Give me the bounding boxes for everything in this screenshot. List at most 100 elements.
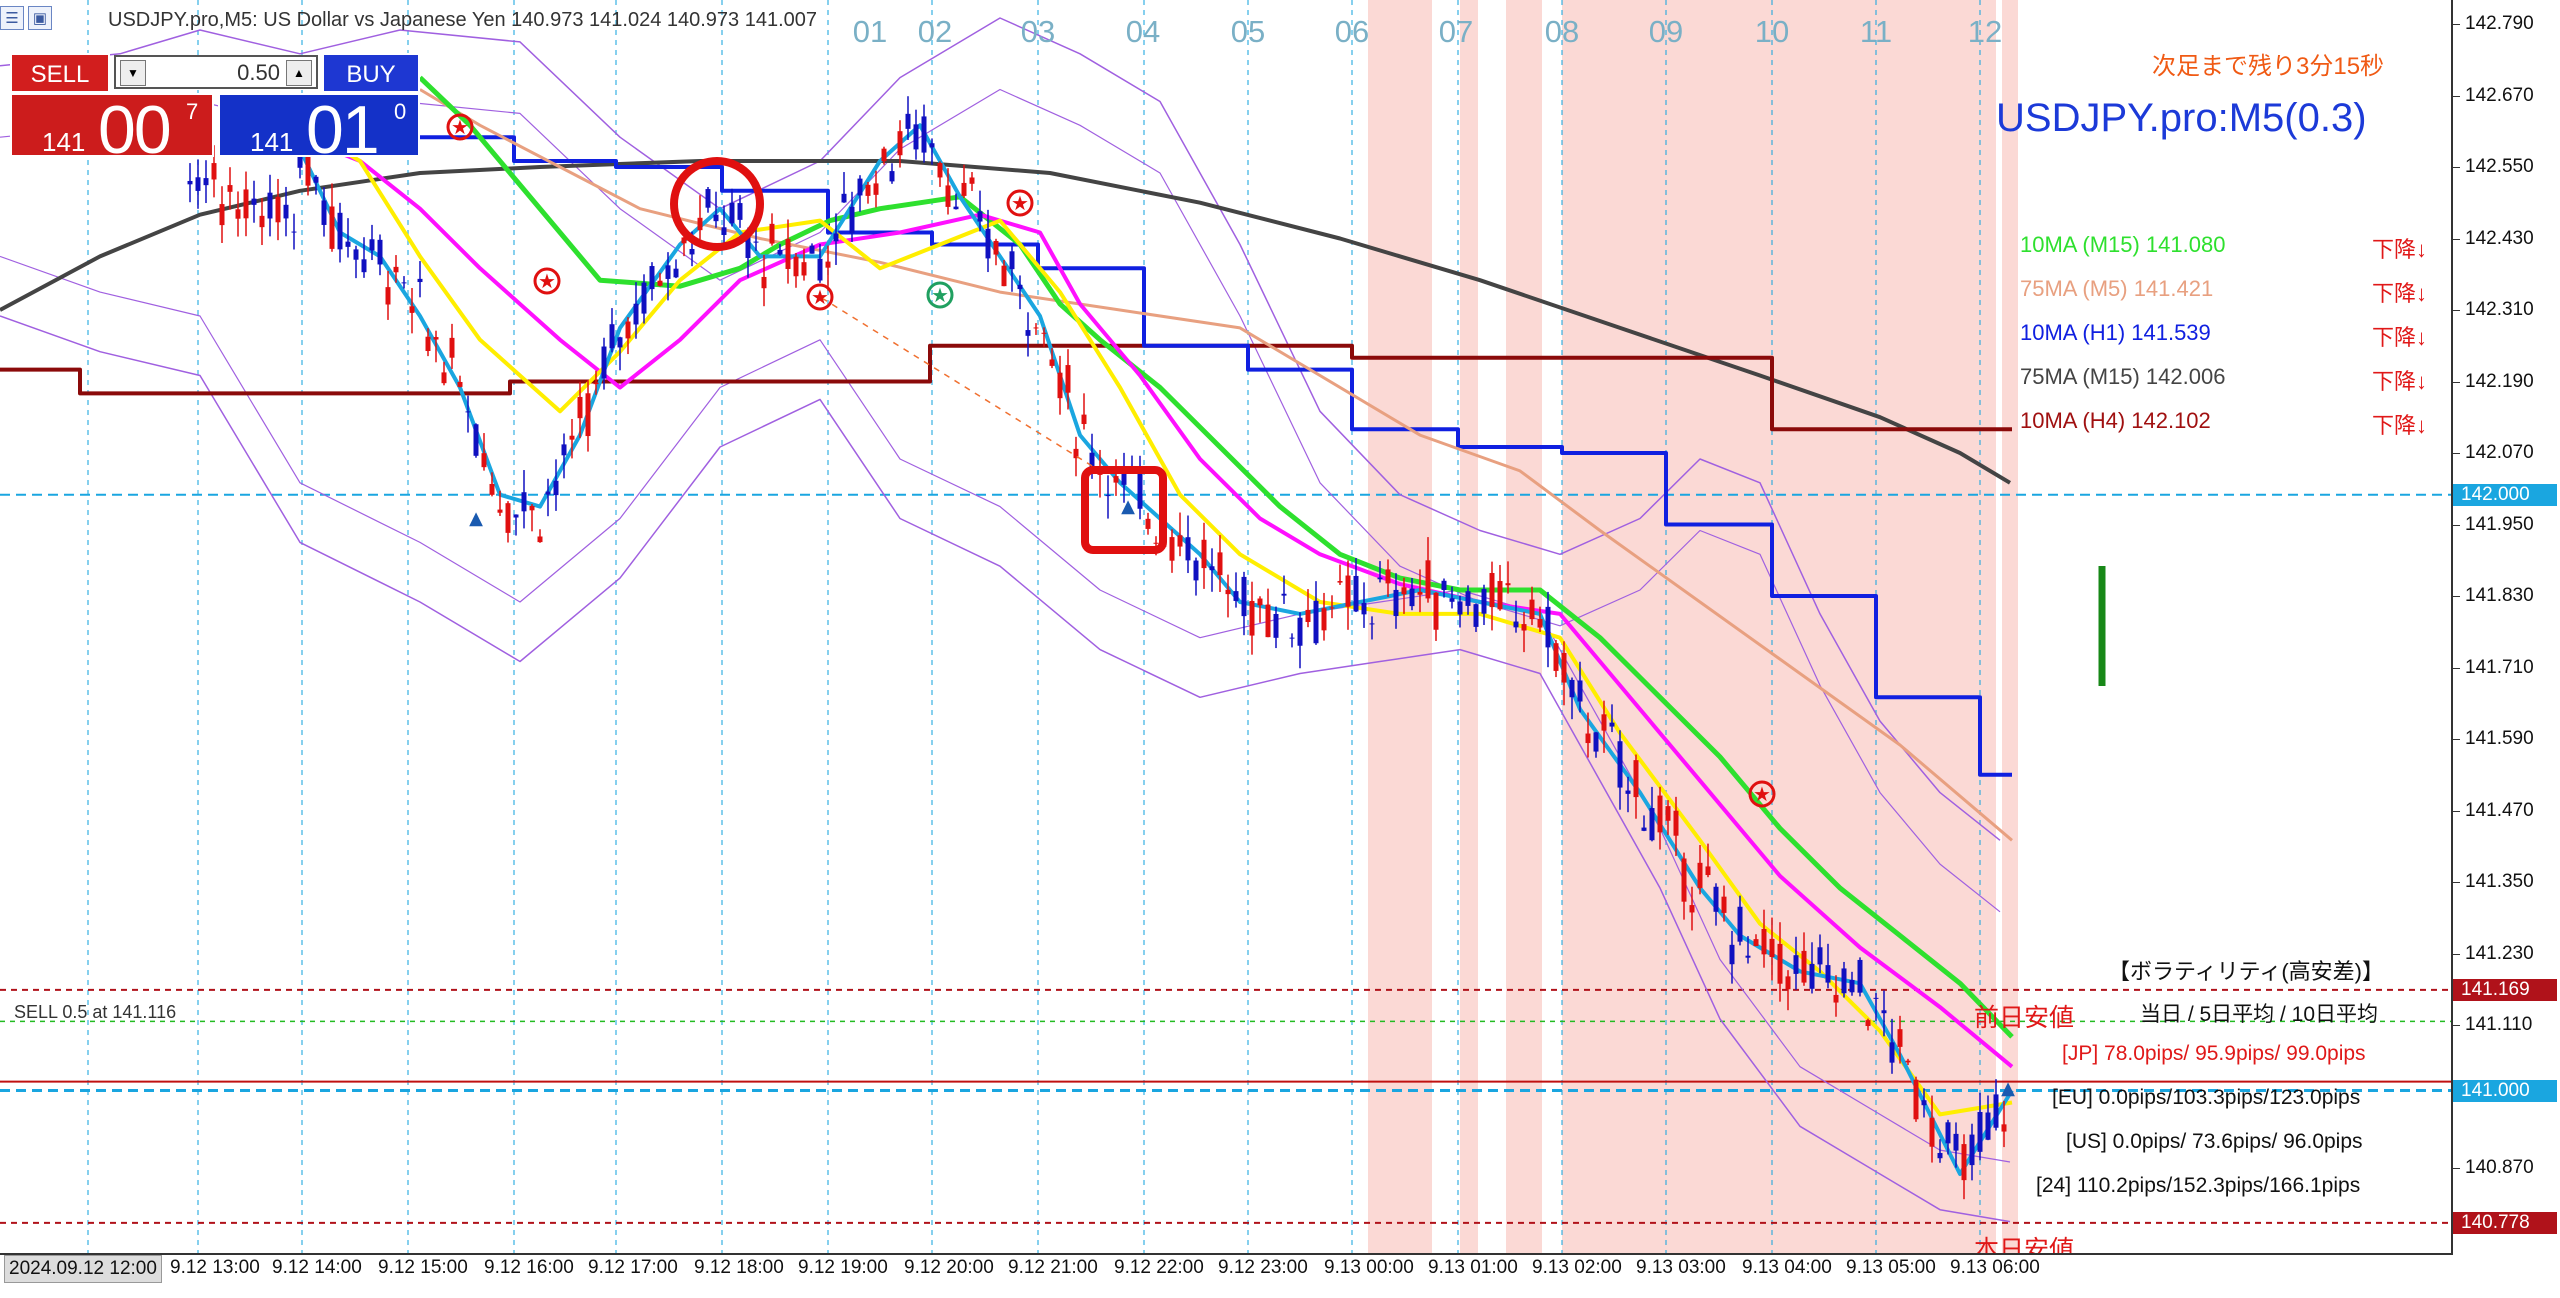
price-tick: 142.670 xyxy=(2453,84,2534,106)
lot-size-value[interactable]: 0.50 xyxy=(237,60,280,86)
candle-body xyxy=(449,337,455,358)
candle-body xyxy=(1721,896,1727,913)
volatility-header: 当日 / 5日平均 / 10日平均 xyxy=(2140,1003,2379,1026)
candle-body xyxy=(1753,939,1759,947)
candle-body xyxy=(1329,607,1335,609)
candle-body xyxy=(609,324,615,349)
candle-body xyxy=(561,444,567,456)
candle-body xyxy=(1281,593,1287,596)
candle-body xyxy=(1649,808,1655,841)
candle-body xyxy=(1865,1020,1871,1027)
candle-body xyxy=(1553,643,1559,671)
price-tick: 141.710 xyxy=(2453,656,2534,678)
candle-body xyxy=(1081,414,1087,425)
candle-body xyxy=(769,223,775,244)
ma-value: 75MA (M5) 141.421 xyxy=(2020,276,2214,301)
price-tick: 142.310 xyxy=(2453,299,2534,320)
candle-body xyxy=(649,266,655,290)
candle-body xyxy=(1145,518,1151,529)
ma-trend: 下降↓ xyxy=(2372,325,2428,350)
candle-body xyxy=(953,206,959,210)
candle-body xyxy=(1489,573,1495,608)
candle-body xyxy=(761,276,767,289)
candle-body xyxy=(1537,618,1543,628)
candle-body xyxy=(1793,955,1799,974)
candle-body xyxy=(187,180,193,185)
candle-body xyxy=(873,183,879,195)
candle-body xyxy=(1889,1042,1895,1063)
time-tick: 9.13 01:00 xyxy=(1428,1257,1518,1278)
candle-body xyxy=(1009,251,1015,270)
candle-body xyxy=(905,113,911,129)
candle-body xyxy=(433,337,439,340)
candle-body xyxy=(481,453,487,468)
window-icon[interactable]: ▣ xyxy=(28,6,52,30)
candle-body xyxy=(1897,1029,1903,1047)
candle-body xyxy=(353,249,359,260)
candle-body xyxy=(553,480,559,496)
menu-icon[interactable]: ☰ xyxy=(0,6,24,30)
candle-body xyxy=(1345,575,1351,607)
ask-pips: 01 xyxy=(306,92,380,168)
candle-body xyxy=(1561,652,1567,683)
candle-body xyxy=(1737,906,1743,942)
candle-body xyxy=(1105,495,1111,497)
time-tick: 9.12 19:00 xyxy=(798,1257,888,1278)
candle-body xyxy=(1361,602,1367,615)
candle-body xyxy=(1609,722,1615,727)
candle-body xyxy=(401,282,407,284)
symbol-info: USDJPY.pro,M5: US Dollar vs Japanese Yen… xyxy=(108,9,818,31)
signal-star-icon: ★ xyxy=(811,285,829,309)
candle-body xyxy=(1401,587,1407,595)
candle-body xyxy=(251,198,257,205)
bid-price[interactable]: 141 00 7 xyxy=(10,92,214,168)
candle-body xyxy=(1265,604,1271,638)
candle-body xyxy=(505,503,511,533)
candle-body xyxy=(689,249,695,255)
candle-body xyxy=(633,303,639,325)
candle-body xyxy=(417,278,423,283)
time-axis[interactable]: 2024.09.12 12:00 9.12 13:00 9.12 14:00 9.12… xyxy=(0,1255,2560,1298)
lot-decrease-icon[interactable]: ▼ xyxy=(120,60,146,86)
candle-body xyxy=(881,148,887,162)
candle-body xyxy=(585,393,591,437)
price-tick: 142.550 xyxy=(2453,156,2534,177)
candle-body xyxy=(569,435,575,440)
candle-body xyxy=(785,238,791,269)
buy-button[interactable]: BUY xyxy=(322,53,420,93)
candle-body xyxy=(1257,598,1263,606)
candle-body xyxy=(369,239,375,251)
price-chart[interactable]: ★ ★ ★ ★ ★ ★ ▲ ▲ ▲ ☰ ▣ USDJPY.pro,M5: US Dollar v… xyxy=(0,0,2453,1255)
signal-arrow-icon: ▲ xyxy=(469,508,483,529)
candle-body xyxy=(1017,284,1023,290)
hour-label: 02 xyxy=(917,14,953,49)
candle-body xyxy=(219,204,225,226)
candle-body xyxy=(1529,599,1535,620)
candle-body xyxy=(1713,886,1719,912)
lot-increase-icon[interactable]: ▲ xyxy=(286,60,312,86)
price-axis[interactable]: 142.790 142.670 142.550 142.430 142.310 142.1… xyxy=(2452,0,2560,1255)
candle-body xyxy=(465,411,471,413)
ask-price[interactable]: 141 01 0 xyxy=(218,92,420,168)
ma-trend: 下降↓ xyxy=(2372,281,2428,306)
candle-body xyxy=(1601,714,1607,731)
candle-body xyxy=(1961,1144,1967,1181)
candle-body xyxy=(329,206,335,249)
candle-body xyxy=(1953,1133,1959,1151)
candle-body xyxy=(1065,365,1071,393)
time-tick: 9.13 00:00 xyxy=(1324,1257,1414,1278)
candle-body xyxy=(441,372,447,384)
time-tick: 9.12 21:00 xyxy=(1008,1257,1098,1278)
volatility-row: [US] 0.0pips/ 73.6pips/ 96.0pips xyxy=(2066,1130,2363,1153)
candle-body xyxy=(577,396,583,419)
sell-button[interactable]: SELL xyxy=(10,53,110,93)
candle-body xyxy=(737,203,743,220)
candle-body xyxy=(1769,938,1775,957)
hour-label: 06 xyxy=(1334,14,1370,49)
candle-body xyxy=(1241,576,1247,617)
signal-star-icon: ★ xyxy=(931,283,949,307)
candle-body xyxy=(937,162,943,178)
hour-label: 08 xyxy=(1544,14,1580,49)
candle-body xyxy=(545,491,551,495)
lot-size-stepper[interactable]: ▼ 0.50 ▲ xyxy=(114,55,318,89)
